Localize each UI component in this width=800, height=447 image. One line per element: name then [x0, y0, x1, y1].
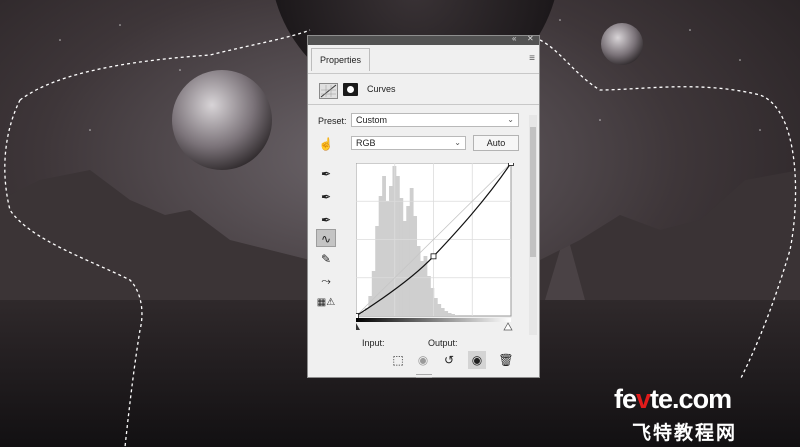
channel-dropdown[interactable]: RGB ⌄: [351, 136, 466, 150]
histogram-bar: [447, 313, 452, 316]
visibility-eye-icon[interactable]: ◉: [468, 351, 486, 369]
histogram-bar: [409, 188, 414, 316]
preset-value: Custom: [356, 115, 388, 125]
eyedropper-black-icon[interactable]: ✒: [316, 165, 336, 183]
preset-dropdown[interactable]: Custom ⌄: [351, 113, 519, 127]
chevron-down-icon: ⌄: [454, 138, 461, 147]
curve-points-icon[interactable]: ∿: [316, 229, 336, 247]
histogram-bar: [440, 308, 445, 316]
target-adjust-icon[interactable]: ☝: [316, 135, 336, 153]
watermark-chinese: 飞特教程网: [632, 423, 738, 444]
curves-graph[interactable]: [356, 163, 514, 331]
collapse-icon[interactable]: «: [512, 34, 516, 43]
histogram-bar: [454, 315, 459, 316]
eyedropper-gray-icon[interactable]: ✒: [316, 188, 336, 206]
histogram-bar: [399, 198, 404, 316]
pencil-icon[interactable]: ✎: [316, 250, 336, 268]
histogram-bar: [382, 176, 386, 316]
adjustment-title: Curves: [367, 84, 396, 94]
tab-properties[interactable]: Properties: [311, 48, 371, 71]
divider: [308, 73, 539, 74]
chevron-down-icon: ⌄: [507, 115, 514, 124]
moon-right: [601, 23, 643, 65]
histogram-bar: [444, 311, 449, 316]
black-point-slider[interactable]: [356, 323, 360, 330]
histogram-bar: [413, 216, 418, 316]
curve-control-point[interactable]: [430, 253, 437, 260]
histogram-bar: [416, 246, 421, 316]
scrollbar[interactable]: [529, 115, 537, 335]
histogram-bar: [389, 186, 393, 316]
input-gradient-bar: [356, 318, 511, 322]
reset-icon[interactable]: ↺: [440, 351, 458, 369]
watermark: fevte.com 飞特教程网: [614, 384, 794, 444]
curves-adjustment-icon[interactable]: [319, 83, 338, 99]
clip-to-layer-icon[interactable]: ⬚: [389, 351, 407, 369]
curve-control-point[interactable]: [356, 313, 359, 319]
preset-label: Preset:: [318, 116, 347, 126]
histogram-bar: [406, 206, 411, 316]
smooth-icon[interactable]: ⤳: [316, 272, 336, 290]
channel-value: RGB: [356, 138, 376, 148]
layer-mask-icon[interactable]: [343, 83, 358, 96]
panel-bottom-toolbar: ⬚ ◉ ↺ ◉ 🗑: [308, 346, 539, 377]
properties-panel: « ✕ Properties ≡ Curves Preset: Custom ⌄…: [307, 34, 540, 378]
eyedropper-white-icon[interactable]: ✒: [316, 211, 336, 229]
clipping-warning-icon[interactable]: ▦⚠: [316, 294, 336, 312]
panel-resize-grip[interactable]: [416, 374, 432, 378]
scrollbar-thumb[interactable]: [530, 127, 536, 257]
watermark-brand: fevte.com: [614, 384, 732, 414]
auto-button[interactable]: Auto: [473, 135, 519, 151]
curve-control-point[interactable]: [508, 163, 514, 166]
histogram-bar: [433, 298, 438, 316]
trash-icon[interactable]: 🗑: [497, 351, 515, 369]
white-point-slider[interactable]: [503, 322, 513, 331]
view-previous-icon[interactable]: ◉: [414, 351, 432, 369]
histogram-bar: [451, 314, 455, 316]
histogram-bar: [395, 176, 400, 316]
histogram-bar: [437, 304, 442, 316]
close-icon[interactable]: ✕: [527, 34, 534, 43]
panel-header-bar: « ✕: [308, 34, 539, 45]
panel-menu-icon[interactable]: ≡: [529, 53, 535, 64]
divider: [308, 104, 539, 105]
histogram-bar: [426, 276, 431, 316]
moon-left: [172, 70, 272, 170]
histogram-bar: [402, 221, 407, 316]
histogram-bar: [385, 201, 390, 316]
